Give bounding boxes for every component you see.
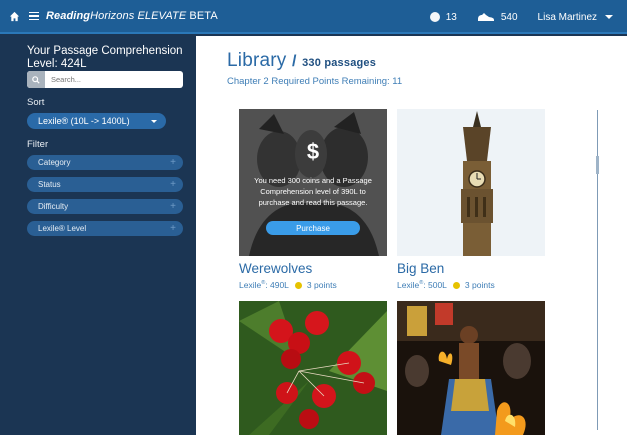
page-title: Library / 330 passages bbox=[227, 50, 377, 71]
chevron-down-icon[interactable] bbox=[605, 15, 613, 19]
passage-meta: Lexile®: 500L 3 points bbox=[397, 280, 495, 290]
filter-status[interactable]: Status + bbox=[27, 177, 183, 192]
lock-message: You need 300 coins and a Passage Compreh… bbox=[254, 176, 372, 207]
top-bar: ReadingHorizons ELEVATE BETA 13 540 Lisa… bbox=[0, 0, 627, 34]
plus-icon: + bbox=[170, 179, 176, 190]
sort-select[interactable]: Lexile® (10L -> 1400L) bbox=[27, 113, 166, 129]
passage-card-image-werewolves[interactable]: $ You need 300 coins and a Passage Compr… bbox=[239, 109, 387, 256]
filter-lexile-level[interactable]: Lexile® Level + bbox=[27, 221, 183, 236]
hamburger-menu-icon[interactable] bbox=[29, 11, 39, 21]
purchase-button[interactable]: Purchase bbox=[266, 221, 360, 235]
points-dot-icon bbox=[452, 281, 460, 289]
user-menu[interactable]: Lisa Martinez bbox=[538, 12, 597, 23]
passage-count: 330 passages bbox=[302, 57, 377, 69]
user-stats: 13 540 Lisa Martinez bbox=[429, 0, 613, 34]
passage-card-image-big-ben[interactable] bbox=[397, 109, 545, 256]
sort-label: Sort bbox=[27, 97, 45, 108]
search-box[interactable] bbox=[27, 71, 183, 88]
coin-count: 13 bbox=[445, 11, 457, 23]
passage-meta: Lexile®: 490L 3 points bbox=[239, 280, 337, 290]
sidebar: Your Passage Comprehension Level: 424L S… bbox=[0, 36, 196, 435]
library-panel: Library / 330 passages Chapter 2 Require… bbox=[196, 36, 627, 435]
filter-label: Filter bbox=[27, 139, 49, 150]
required-points: Chapter 2 Required Points Remaining: 11 bbox=[227, 76, 403, 87]
red-berries-photo bbox=[239, 301, 387, 435]
locked-overlay: $ You need 300 coins and a Passage Compr… bbox=[239, 109, 387, 256]
scrollbar-thumb[interactable] bbox=[596, 156, 599, 174]
sneaker-icon bbox=[477, 13, 494, 21]
passage-card-image-berries[interactable] bbox=[239, 301, 387, 435]
fire-dancer-photo bbox=[397, 301, 545, 435]
coin-icon bbox=[429, 12, 440, 22]
filter-category[interactable]: Category + bbox=[27, 155, 183, 170]
home-icon[interactable] bbox=[9, 11, 20, 22]
search-input[interactable] bbox=[51, 75, 171, 84]
plus-icon: + bbox=[170, 223, 176, 234]
chevron-down-icon bbox=[151, 120, 157, 123]
plus-icon: + bbox=[170, 157, 176, 168]
brand-logo[interactable]: ReadingHorizons ELEVATE BETA bbox=[46, 10, 218, 22]
search-icon[interactable] bbox=[27, 71, 45, 88]
passage-card-image-fire-dancer[interactable] bbox=[397, 301, 545, 435]
points-dot-icon bbox=[294, 281, 302, 289]
sort-select-value: Lexile® (10L -> 1400L) bbox=[38, 116, 130, 126]
comprehension-level-title: Your Passage Comprehension Level: 424L bbox=[27, 45, 183, 70]
big-ben-photo bbox=[397, 109, 545, 256]
passage-title[interactable]: Big Ben bbox=[397, 261, 444, 276]
filter-difficulty[interactable]: Difficulty + bbox=[27, 199, 183, 214]
points-count: 540 bbox=[500, 11, 518, 23]
passage-title[interactable]: Werewolves bbox=[239, 261, 312, 276]
plus-icon: + bbox=[170, 201, 176, 212]
dollar-icon: $ bbox=[306, 139, 320, 164]
